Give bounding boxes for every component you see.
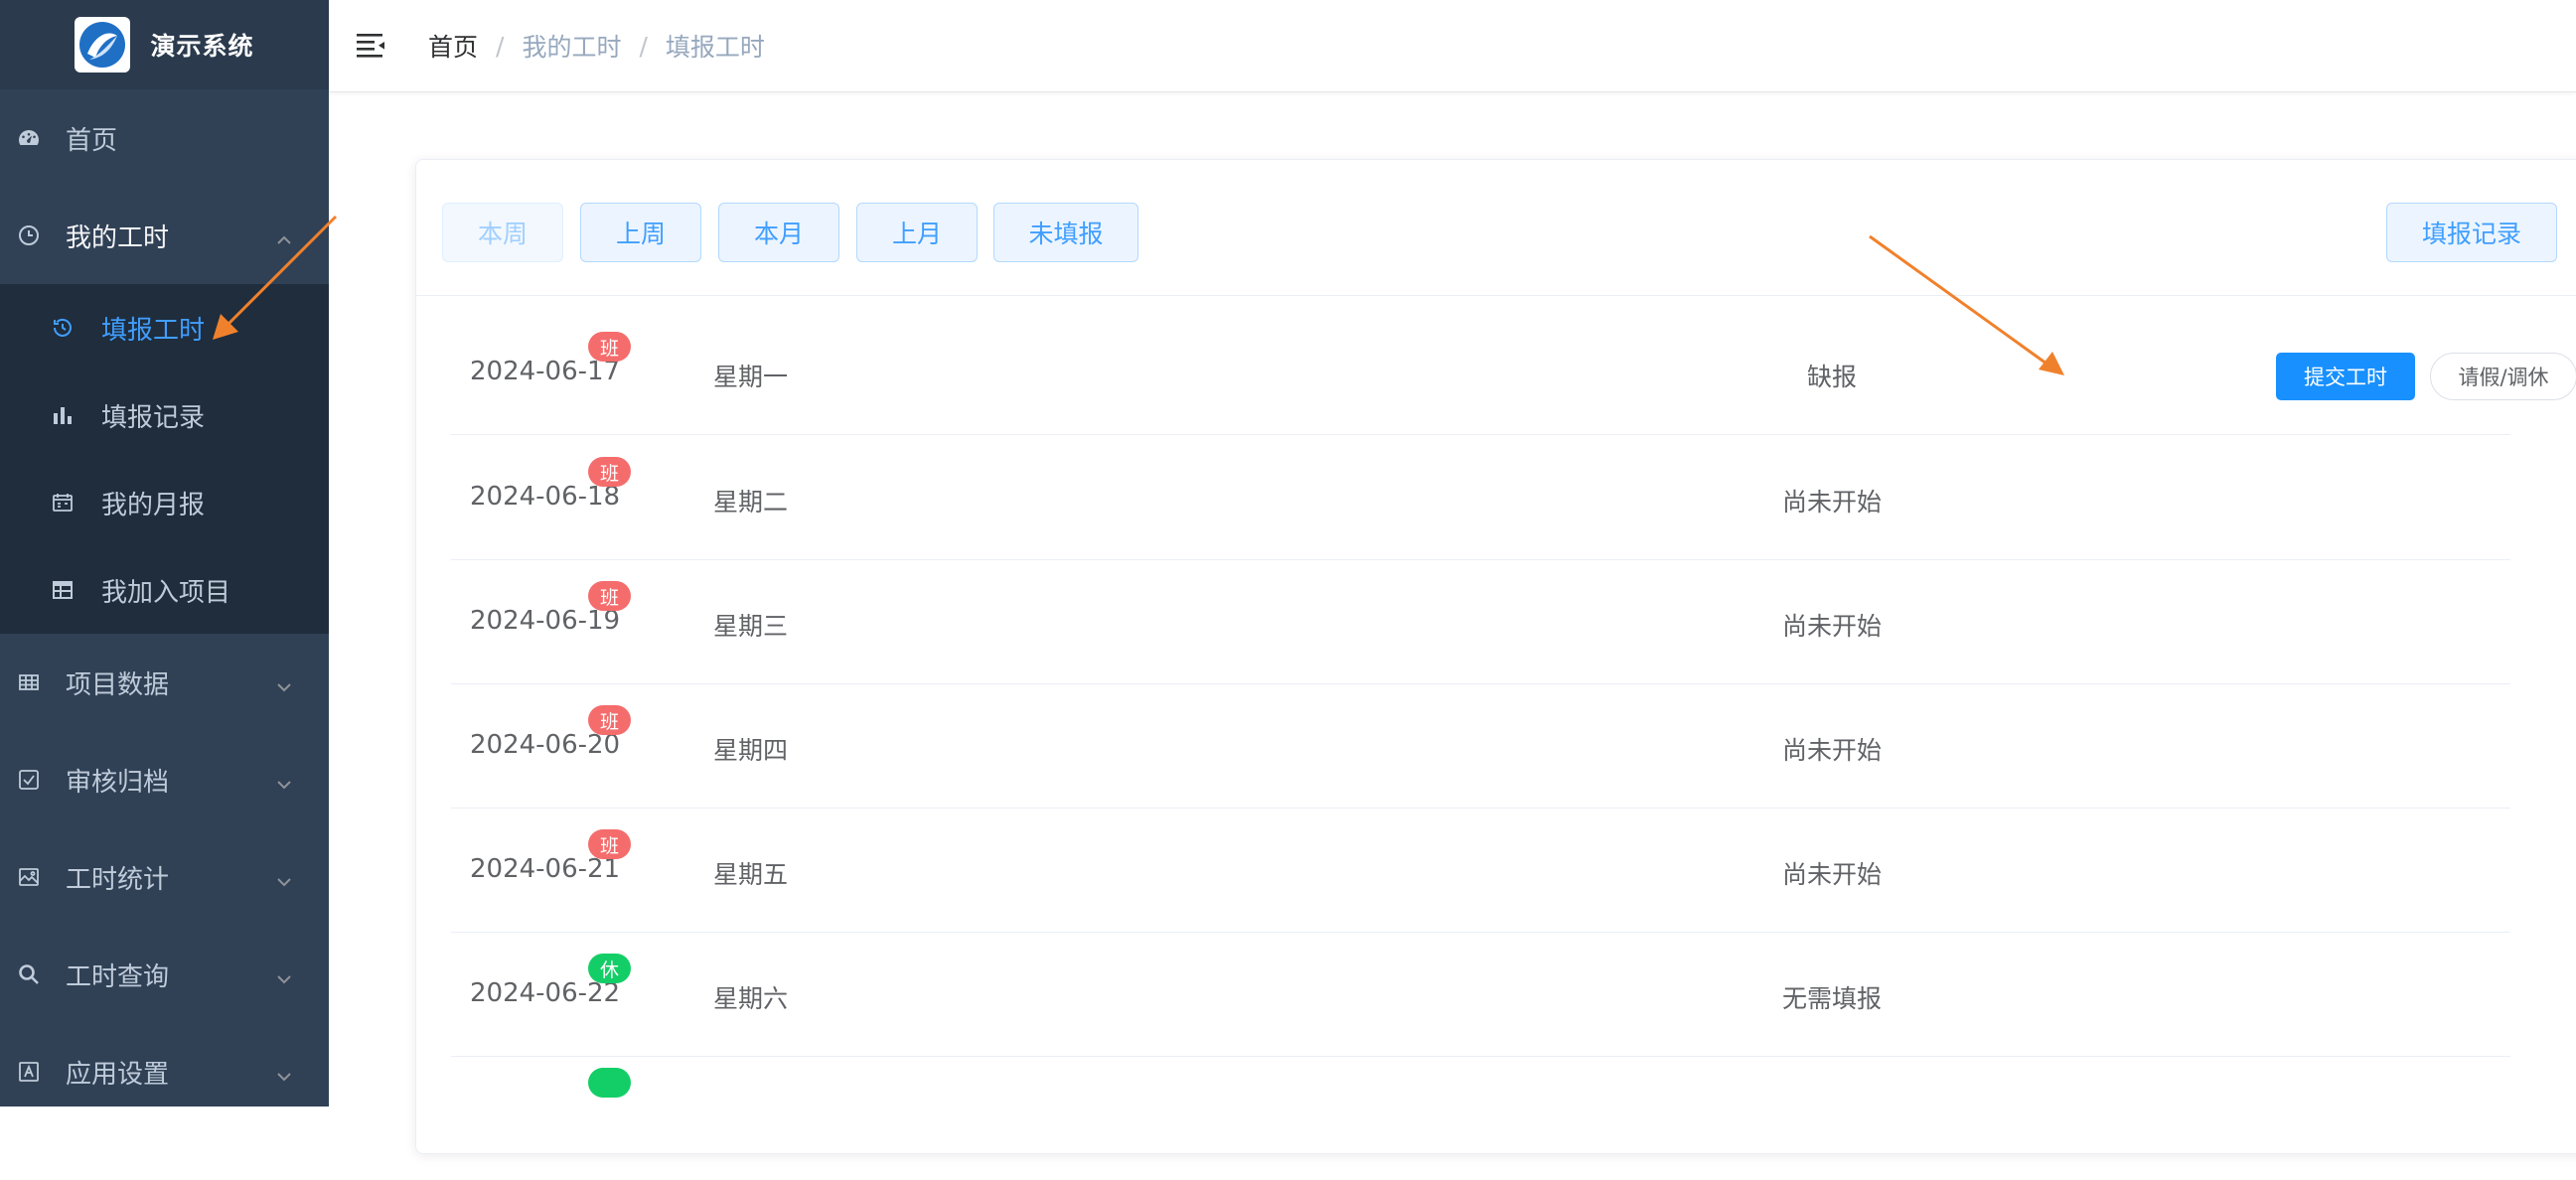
fill-records-button[interactable]: 填报记录: [2386, 203, 2557, 262]
table-icon: [50, 577, 76, 603]
day-row: 2024-06-22 休 星期六 无需填报: [451, 932, 2510, 1057]
last-month-button[interactable]: 上月: [856, 203, 978, 262]
sidebar-item-label: 工时查询: [66, 961, 170, 992]
day-status: 尚未开始: [1781, 611, 1882, 641]
day-weekday: 星期二: [713, 487, 789, 516]
sidebar-item-review-archive[interactable]: 审核归档: [0, 731, 329, 828]
search-icon: [16, 961, 42, 987]
sidebar-item-my-hours[interactable]: 我的工时: [0, 187, 329, 284]
restday-badge: 休: [588, 954, 631, 983]
sidebar-item-label: 审核归档: [66, 767, 170, 798]
sidebar-item-monthly-report[interactable]: 我的月报: [0, 459, 329, 546]
day-weekday: 星期五: [713, 859, 789, 889]
chevron-down-icon: [275, 965, 293, 984]
sidebar-item-label: 我加入项目: [101, 577, 231, 608]
sidebar-item-app-settings[interactable]: 应用设置: [0, 1023, 329, 1106]
day-weekday: 星期六: [713, 983, 789, 1013]
workday-badge: 班: [588, 829, 631, 859]
timesheet-card: 本周 上周 本月 上月 未填报 填报记录 2024-06-17 班 星期一 缺报…: [415, 159, 2576, 1154]
submenu-my-hours: 填报工时 填报记录 我的月报 我加入项目: [0, 284, 329, 634]
day-weekday: 星期四: [713, 735, 789, 765]
sidebar-item-label: 填报记录: [101, 402, 206, 433]
day-status: 尚未开始: [1781, 487, 1882, 516]
breadcrumb-home[interactable]: 首页: [428, 28, 478, 64]
sidebar-item-hours-query[interactable]: 工时查询: [0, 926, 329, 1023]
sidebar-item-label: 首页: [66, 125, 118, 156]
checkbox-icon: [16, 767, 42, 793]
chevron-down-icon: [275, 1063, 293, 1082]
day-row: 2024-06-21 班 星期五 尚未开始: [451, 808, 2510, 933]
day-status: 尚未开始: [1781, 859, 1882, 889]
picture-icon: [16, 864, 42, 890]
sidebar-item-label: 应用设置: [66, 1059, 170, 1090]
dashboard-icon: [16, 125, 42, 151]
breadcrumb-separator: /: [496, 31, 505, 61]
sidebar-item-fill-hours[interactable]: 填报工时: [0, 284, 329, 371]
day-weekday: 星期三: [713, 611, 789, 641]
app-title: 演示系统: [150, 32, 254, 61]
day-status: 无需填报: [1781, 983, 1882, 1013]
unfilled-button[interactable]: 未填报: [993, 203, 1138, 262]
sidebar: 演示系统 首页 我的工时 填报工时 填报记录 我的月报 我加入项目 项目数据 审…: [0, 0, 329, 1106]
sidebar-item-joined-projects[interactable]: 我加入项目: [0, 546, 329, 634]
logo-icon: [75, 17, 131, 73]
day-row: 2024-06-19 班 星期三 尚未开始: [451, 559, 2510, 684]
sidebar-item-hours-stats[interactable]: 工时统计: [0, 828, 329, 926]
breadcrumb-my-hours[interactable]: 我的工时: [522, 28, 621, 64]
hamburger-icon[interactable]: [355, 29, 388, 63]
workday-badge: 班: [588, 332, 631, 362]
day-row: [451, 1056, 2510, 1180]
day-row: 2024-06-18 班 星期二 尚未开始: [451, 435, 2510, 560]
breadcrumb-current: 填报工时: [665, 33, 765, 62]
sidebar-item-label: 填报工时: [101, 315, 206, 346]
last-week-button[interactable]: 上周: [580, 203, 701, 262]
breadcrumb-separator: /: [639, 31, 648, 61]
workday-badge: 班: [588, 705, 631, 735]
sidebar-item-label: 我的工时: [66, 222, 170, 253]
chevron-down-icon: [275, 771, 293, 790]
day-row: 2024-06-17 班 星期一 缺报 提交工时 请假/调休: [451, 310, 2576, 435]
leave-button[interactable]: 请假/调休: [2430, 353, 2576, 400]
chevron-up-icon: [275, 226, 293, 244]
this-month-button[interactable]: 本月: [718, 203, 839, 262]
day-status: 缺报: [1806, 362, 1857, 391]
bar-chart-icon: [50, 402, 76, 428]
app-icon: [16, 1059, 42, 1085]
workday-badge: 班: [588, 581, 631, 611]
breadcrumb: 首页 / 我的工时 / 填报工时: [428, 28, 765, 64]
day-status: 尚未开始: [1781, 735, 1882, 765]
calendar-icon: [50, 490, 76, 516]
sidebar-item-project-data[interactable]: 项目数据: [0, 634, 329, 731]
refresh-clock-icon: [50, 315, 76, 341]
sidebar-item-label: 我的月报: [101, 490, 206, 520]
day-row: 2024-06-20 班 星期四 尚未开始: [451, 683, 2510, 809]
workday-badge: 班: [588, 457, 631, 487]
day-weekday: 星期一: [713, 362, 789, 391]
submit-hours-button[interactable]: 提交工时: [2276, 353, 2415, 400]
chevron-down-icon: [275, 673, 293, 692]
grid-icon: [16, 669, 42, 695]
this-week-button[interactable]: 本周: [442, 203, 563, 262]
logo-bar: 演示系统: [0, 0, 329, 89]
sidebar-item-label: 工时统计: [66, 864, 170, 895]
restday-badge: [588, 1068, 631, 1098]
clock-icon: [16, 222, 42, 248]
sidebar-item-label: 项目数据: [66, 669, 170, 700]
period-toolbar: 本周 上周 本月 上月 未填报 填报记录: [416, 160, 2576, 296]
top-navbar: 首页 / 我的工时 / 填报工时: [329, 0, 2576, 92]
sidebar-item-fill-records[interactable]: 填报记录: [0, 371, 329, 459]
sidebar-item-home[interactable]: 首页: [0, 89, 329, 187]
chevron-down-icon: [275, 868, 293, 887]
